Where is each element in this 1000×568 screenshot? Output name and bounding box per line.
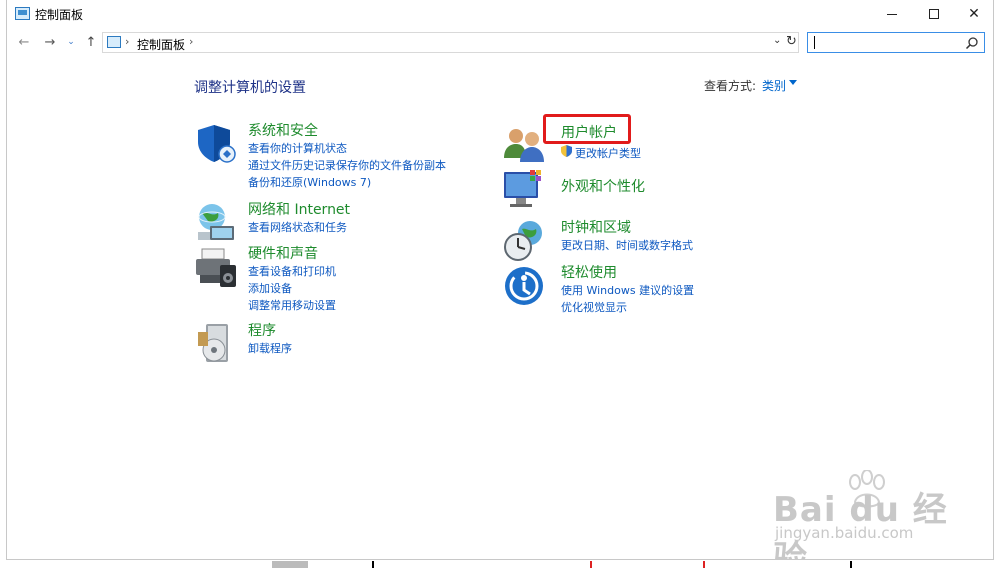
- back-button[interactable]: ←: [15, 33, 33, 51]
- control-panel-icon: [15, 7, 30, 20]
- link-change-date-time-format[interactable]: 更改日期、时间或数字格式: [561, 237, 693, 253]
- address-dropdown-button[interactable]: ⌄: [773, 35, 781, 46]
- link-change-account-type[interactable]: 更改帐户类型: [575, 145, 641, 161]
- search-icon[interactable]: [965, 36, 979, 50]
- up-button[interactable]: ↑: [83, 33, 99, 51]
- background-divider: [850, 561, 852, 568]
- back-arrow-icon: ←: [18, 34, 30, 50]
- text-caret: [814, 36, 815, 49]
- category-network-internet: 网络和 Internet 查看网络状态和任务: [194, 201, 474, 241]
- category-system-security: 系统和安全 查看你的计算机状态 通过文件历史记录保存你的文件备份副本 备份和还原…: [194, 120, 474, 189]
- category-ease-of-access: 轻松使用 使用 Windows 建议的设置 优化视觉显示: [502, 264, 742, 316]
- programs-disc-icon[interactable]: [194, 322, 238, 366]
- view-by-dropdown[interactable]: 类别: [762, 77, 786, 94]
- background-divider: [590, 561, 592, 568]
- control-panel-icon: [107, 36, 121, 48]
- clock-globe-icon[interactable]: [502, 219, 546, 263]
- category-title-hardware-sound[interactable]: 硬件和声音: [248, 243, 318, 263]
- navigation-bar: ← → ⌄ ↑ › 控制面板 › ⌄ ↻: [7, 28, 993, 56]
- category-title-clock-region[interactable]: 时钟和区域: [561, 217, 631, 237]
- background-divider: [372, 561, 374, 568]
- ease-of-access-icon[interactable]: [502, 264, 546, 308]
- search-input[interactable]: [807, 32, 985, 53]
- refresh-button[interactable]: ↻: [786, 34, 797, 49]
- category-title-programs[interactable]: 程序: [248, 320, 276, 340]
- link-optimize-visual-display[interactable]: 优化视觉显示: [561, 299, 627, 315]
- chevron-down-icon: ⌄: [67, 37, 75, 47]
- link-mobility-settings[interactable]: 调整常用移动设置: [248, 297, 336, 313]
- chevron-down-icon[interactable]: [789, 80, 797, 85]
- forward-arrow-icon: →: [44, 34, 56, 50]
- maximize-icon: [929, 9, 939, 19]
- link-view-computer-status[interactable]: 查看你的计算机状态: [248, 140, 347, 156]
- link-windows-suggested-settings[interactable]: 使用 Windows 建议的设置: [561, 282, 694, 298]
- category-appearance-personalization: 外观和个性化: [502, 168, 742, 208]
- category-title-network-internet[interactable]: 网络和 Internet: [248, 199, 350, 219]
- minimize-icon: [887, 13, 897, 15]
- link-network-status-tasks[interactable]: 查看网络状态和任务: [248, 219, 347, 235]
- category-title-system-security[interactable]: 系统和安全: [248, 120, 318, 140]
- link-uninstall-program[interactable]: 卸载程序: [248, 340, 292, 356]
- category-title-ease-of-access[interactable]: 轻松使用: [561, 262, 617, 282]
- breadcrumb-control-panel[interactable]: 控制面板: [137, 36, 185, 53]
- page-title: 调整计算机的设置: [194, 80, 306, 96]
- link-devices-printers[interactable]: 查看设备和打印机: [248, 263, 336, 279]
- background-thumbnail: [272, 561, 308, 568]
- view-by-label: 查看方式:: [704, 79, 757, 93]
- monitor-personalize-icon[interactable]: [502, 168, 546, 212]
- recent-locations-button[interactable]: ⌄: [65, 33, 77, 51]
- printer-speaker-icon[interactable]: [194, 245, 238, 289]
- window-title: 控制面板: [35, 8, 84, 22]
- users-icon[interactable]: [502, 124, 546, 168]
- category-title-appearance-personalization[interactable]: 外观和个性化: [561, 176, 645, 196]
- annotation-highlight-box: [543, 114, 631, 144]
- category-clock-region: 时钟和区域 更改日期、时间或数字格式: [502, 217, 742, 261]
- baidu-watermark: Bai du 经验 jingyan.baidu.com: [767, 470, 967, 568]
- forward-button[interactable]: →: [41, 33, 59, 51]
- link-backup-restore-win7[interactable]: 备份和还原(Windows 7): [248, 174, 371, 190]
- breadcrumb-separator[interactable]: ›: [125, 35, 129, 48]
- control-panel-window: 控制面板 ✕ ← → ⌄ ↑ › 控制面板 › ⌄ ↻ 调整计算机的设置 查看方…: [6, 0, 994, 568]
- close-icon: ✕: [968, 6, 980, 22]
- category-programs: 程序 卸载程序: [194, 322, 474, 366]
- up-arrow-icon: ↑: [85, 34, 97, 50]
- background-divider: [703, 561, 705, 568]
- maximize-button[interactable]: [917, 0, 951, 28]
- link-add-device[interactable]: 添加设备: [248, 280, 292, 296]
- network-globe-icon[interactable]: [194, 201, 238, 245]
- title-bar[interactable]: 控制面板 ✕: [7, 0, 993, 28]
- uac-shield-icon: [561, 145, 572, 157]
- link-file-history-backup[interactable]: 通过文件历史记录保存你的文件备份副本: [248, 157, 446, 173]
- minimize-button[interactable]: [875, 0, 909, 28]
- watermark-url: jingyan.baidu.com: [775, 524, 914, 542]
- shield-icon[interactable]: [194, 122, 238, 166]
- breadcrumb-separator[interactable]: ›: [189, 35, 193, 48]
- category-hardware-sound: 硬件和声音 查看设备和打印机 添加设备 调整常用移动设置: [194, 243, 474, 312]
- close-button[interactable]: ✕: [957, 0, 991, 28]
- address-bar[interactable]: › 控制面板 › ⌄ ↻: [102, 32, 799, 53]
